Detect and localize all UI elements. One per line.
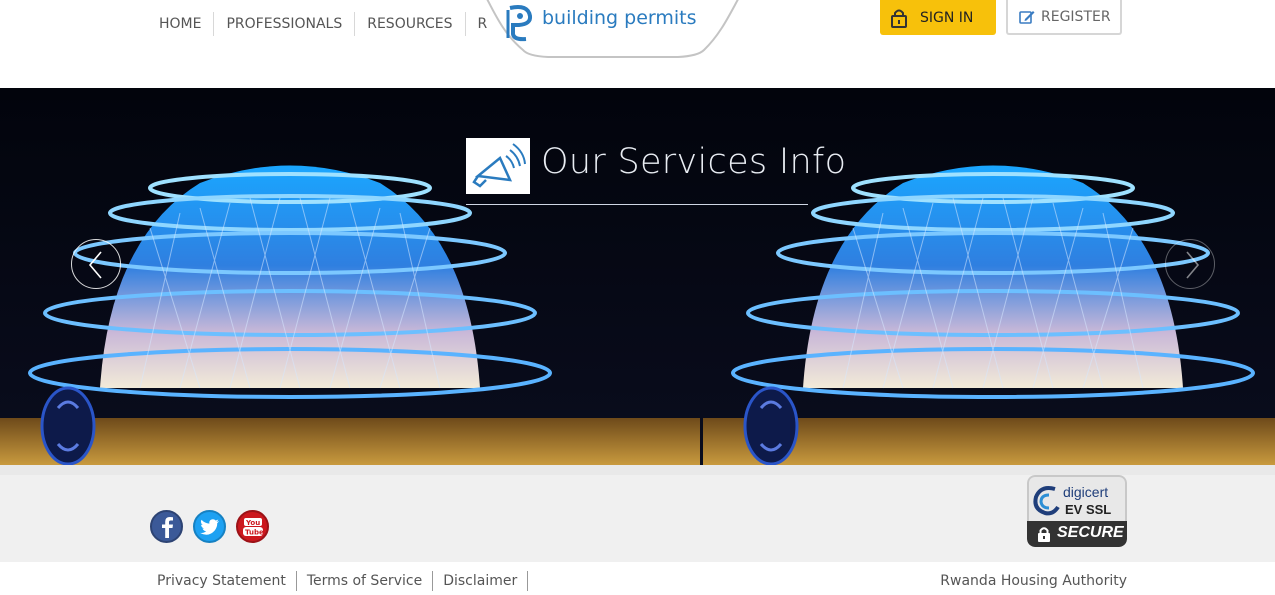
logo[interactable]: building permits (468, 0, 758, 60)
slider-next-button[interactable] (1165, 239, 1215, 289)
services-title: Our Services Info (541, 142, 847, 182)
register-button[interactable]: REGISTER (1006, 0, 1122, 35)
disclaimer-link[interactable]: Disclaimer (433, 571, 529, 591)
digicert-brand: digicert (1063, 484, 1109, 500)
register-label: REGISTER (1041, 8, 1111, 25)
facebook-icon[interactable] (150, 510, 183, 543)
digicert-ev-ssl-badge[interactable]: digicert EV SSL SECURE (1027, 475, 1127, 547)
hero-slider: Our Services Info (0, 88, 1275, 465)
digicert-status: SECURE (1057, 524, 1124, 541)
logo-text: building permits (542, 7, 697, 29)
twitter-icon[interactable] (193, 510, 226, 543)
chevron-right-icon (1186, 251, 1200, 279)
footer-links: Privacy Statement Terms of Service Discl… (147, 571, 529, 591)
digicert-bottom: SECURE (1027, 521, 1127, 547)
services-heading: Our Services Info (466, 138, 846, 205)
slider-prev-button[interactable] (71, 239, 121, 289)
padlock-icon (1038, 527, 1050, 542)
lock-icon (891, 9, 907, 28)
digicert-top: digicert EV SSL (1027, 475, 1127, 521)
nav-resources[interactable]: RESOURCES (355, 12, 466, 36)
main-nav: HOME PROFESSIONALS RESOURCES REF (147, 12, 487, 36)
sign-in-button[interactable]: SIGN IN (880, 0, 996, 35)
nav-professionals[interactable]: PROFESSIONALS (214, 12, 356, 36)
svg-text:You: You (245, 519, 260, 527)
organization-name: Rwanda Housing Authority (940, 573, 1127, 589)
digicert-logo-icon (1033, 486, 1060, 516)
megaphone-icon (466, 138, 530, 194)
sign-in-label: SIGN IN (920, 9, 974, 26)
chevron-left-icon (88, 251, 102, 279)
terms-of-service-link[interactable]: Terms of Service (297, 571, 434, 591)
privacy-statement-link[interactable]: Privacy Statement (147, 571, 297, 591)
logo-e-icon (506, 5, 533, 42)
edit-icon (1019, 10, 1035, 24)
youtube-icon[interactable]: You Tube (236, 510, 269, 543)
site-header: HOME PROFESSIONALS RESOURCES REF buildin… (0, 0, 1275, 88)
digicert-type: EV SSL (1065, 502, 1112, 517)
social-links: You Tube (150, 510, 269, 543)
svg-text:Tube: Tube (245, 528, 264, 536)
nav-home[interactable]: HOME (147, 12, 215, 36)
